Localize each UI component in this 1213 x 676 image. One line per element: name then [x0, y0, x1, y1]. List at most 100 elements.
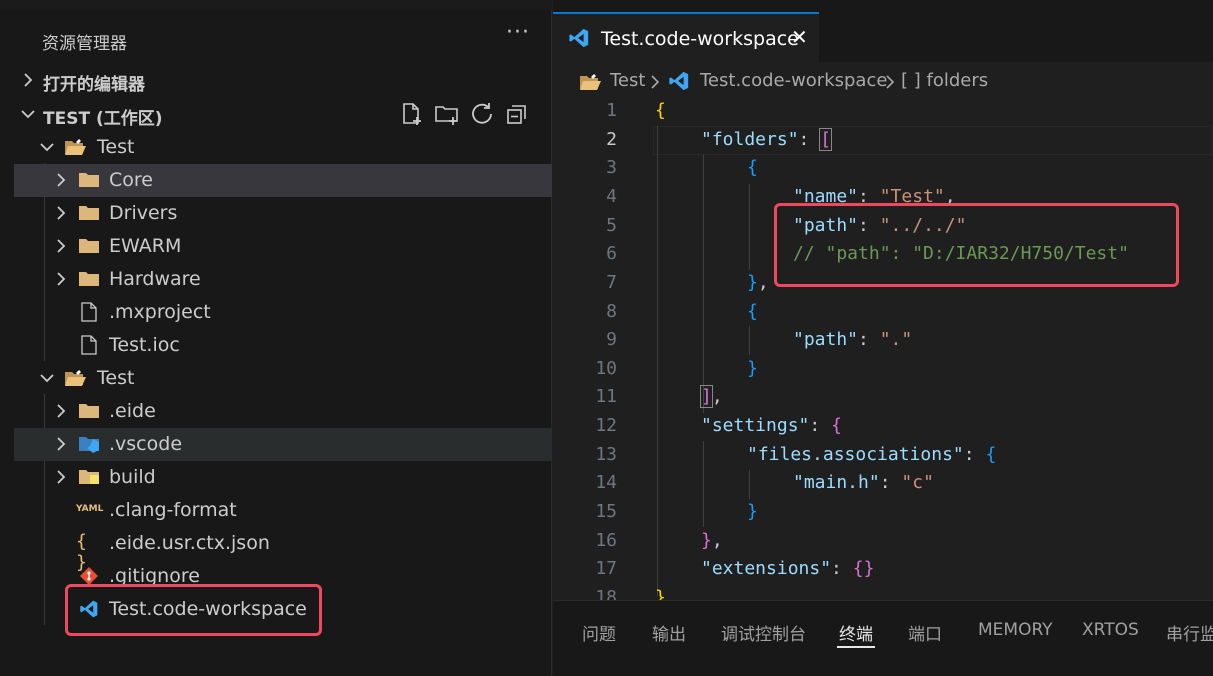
line-number: 4 [606, 186, 617, 207]
line-number: 18 [595, 587, 617, 600]
chevron-right-icon [886, 75, 895, 89]
file-icon [81, 335, 97, 355]
open-editors-label: 打开的编辑器 [43, 75, 145, 95]
refresh-icon[interactable] [468, 100, 496, 128]
line-number: 16 [595, 530, 617, 551]
tree-root-folder[interactable]: Test [14, 362, 552, 395]
tree-item-file[interactable]: Test.code-workspace [14, 593, 552, 626]
vscode-icon [80, 600, 98, 618]
line-number: 15 [595, 501, 617, 522]
code-line: "folders": [ [701, 128, 833, 151]
tree-item-name: Test [97, 136, 135, 158]
panel-tab-serial-monitor[interactable]: 串行监 [1166, 620, 1213, 645]
json-icon: { } [76, 531, 87, 573]
tree-item-folder[interactable]: .eide [14, 395, 552, 428]
code-line: }, [701, 530, 723, 551]
active-tab-underline [837, 646, 875, 648]
chevron-down-icon [40, 374, 54, 383]
tree-item-name: .eide [109, 400, 156, 422]
code-line: { [655, 100, 666, 121]
tree-item-folder[interactable]: EWARM [14, 230, 552, 263]
line-number: 7 [606, 272, 617, 293]
line-number: 1 [606, 100, 617, 121]
code-line: ], [700, 385, 723, 408]
folder-icon [79, 272, 99, 286]
vscode-folder-icon [79, 437, 99, 453]
code-line: "path": "." [793, 329, 913, 350]
breadcrumb-item[interactable]: Test.code-workspace [700, 70, 887, 91]
root-folder-open-icon [65, 370, 86, 386]
line-number: 14 [595, 472, 617, 493]
open-editors-section[interactable]: 打开的编辑器 [0, 64, 552, 97]
tree-item-name: .vscode [109, 433, 183, 455]
tree-item-name: .mxproject [109, 301, 211, 323]
new-file-icon[interactable] [398, 100, 426, 128]
chevron-right-icon [24, 73, 33, 87]
vscode-icon [569, 28, 589, 48]
code-line: "extensions": {} [701, 558, 875, 579]
code-line: }, [747, 272, 769, 293]
chevron-down-icon [40, 143, 54, 152]
panel-tab-terminal[interactable]: 终端 [839, 620, 873, 645]
code-editor[interactable]: 1 2 3 4 5 6 7 8 9 10 11 12 13 14 15 16 1… [553, 98, 1213, 600]
panel-tab-xrtos[interactable]: XRTOS [1082, 620, 1139, 640]
code-line: "files.associations": { [747, 444, 997, 465]
line-number: 11 [595, 386, 617, 407]
tree-item-name: Hardware [109, 268, 201, 290]
tree-item-name: Test.code-workspace [109, 598, 307, 620]
tree-item-name: .clang-format [109, 499, 237, 521]
indent-guide [749, 184, 750, 270]
chevron-right-icon [57, 173, 66, 187]
workspace-section[interactable]: TEST (工作区) [0, 98, 552, 131]
line-number: 9 [606, 329, 617, 350]
root-folder-open-icon [65, 139, 86, 155]
more-actions-icon[interactable]: ··· [506, 20, 530, 45]
build-folder-icon [79, 470, 99, 484]
panel-tab-problems[interactable]: 问题 [582, 620, 616, 645]
line-number: 2 [606, 129, 617, 150]
tree-item-folder[interactable]: Drivers [14, 197, 552, 230]
panel-tab-output[interactable]: 输出 [652, 620, 686, 645]
line-number: 13 [595, 444, 617, 465]
chevron-right-icon [57, 437, 66, 451]
line-number: 12 [595, 415, 617, 436]
tree-item-file[interactable]: .mxproject [14, 296, 552, 329]
breadcrumb-item[interactable]: [ ] folders [901, 70, 988, 91]
collapse-all-icon[interactable] [503, 100, 531, 128]
code-line: // "path": "D:/IAR32/H750/Test" [793, 243, 1129, 264]
editor-area: Test.code-workspace ✕ Test Test.code-wor… [553, 0, 1213, 676]
close-tab-icon[interactable]: ✕ [791, 25, 808, 49]
explorer-sidebar: 资源管理器 ··· 打开的编辑器 TEST (工作区) Test Core Dr… [0, 0, 552, 676]
sidebar-top-strip [0, 0, 552, 10]
panel-tab-ports[interactable]: 端口 [908, 620, 942, 645]
tree-item-name: Drivers [109, 202, 178, 224]
chevron-right-icon [57, 206, 66, 220]
chevron-down-icon [21, 110, 35, 119]
tree-item-folder[interactable]: .vscode [14, 428, 552, 461]
panel-tab-debug-console[interactable]: 调试控制台 [721, 620, 806, 645]
explorer-header: 资源管理器 ··· [0, 20, 552, 60]
tree-item-folder[interactable]: Hardware [14, 263, 552, 296]
editor-tab[interactable]: Test.code-workspace ✕ [553, 12, 819, 62]
chevron-right-icon [57, 239, 66, 253]
line-number: 6 [606, 243, 617, 264]
new-folder-icon[interactable] [433, 100, 461, 128]
folder-icon [79, 404, 99, 418]
tree-item-folder[interactable]: Core [14, 164, 552, 197]
tree-item-name: .gitignore [109, 565, 200, 587]
breadcrumb-item[interactable]: Test [610, 70, 645, 91]
yaml-icon: YAML [76, 504, 104, 514]
tree-item-file[interactable]: { } .eide.usr.ctx.json [14, 527, 552, 573]
panel-tab-memory[interactable]: MEMORY [978, 620, 1053, 640]
code-line: "name": "Test", [793, 186, 956, 207]
tree-item-file[interactable]: .gitignore [14, 560, 552, 593]
indent-guide [749, 326, 750, 355]
code-line: { [747, 301, 758, 322]
tree-item-name: Test.ioc [109, 334, 180, 356]
line-number: 3 [606, 157, 617, 178]
tree-item-folder[interactable]: build [14, 461, 552, 494]
tree-root-folder[interactable]: Test [14, 131, 552, 164]
tree-item-file[interactable]: YAML .clang-format [14, 494, 552, 527]
tree-item-file[interactable]: Test.ioc [14, 329, 552, 362]
root-folder-open-icon [580, 74, 601, 90]
